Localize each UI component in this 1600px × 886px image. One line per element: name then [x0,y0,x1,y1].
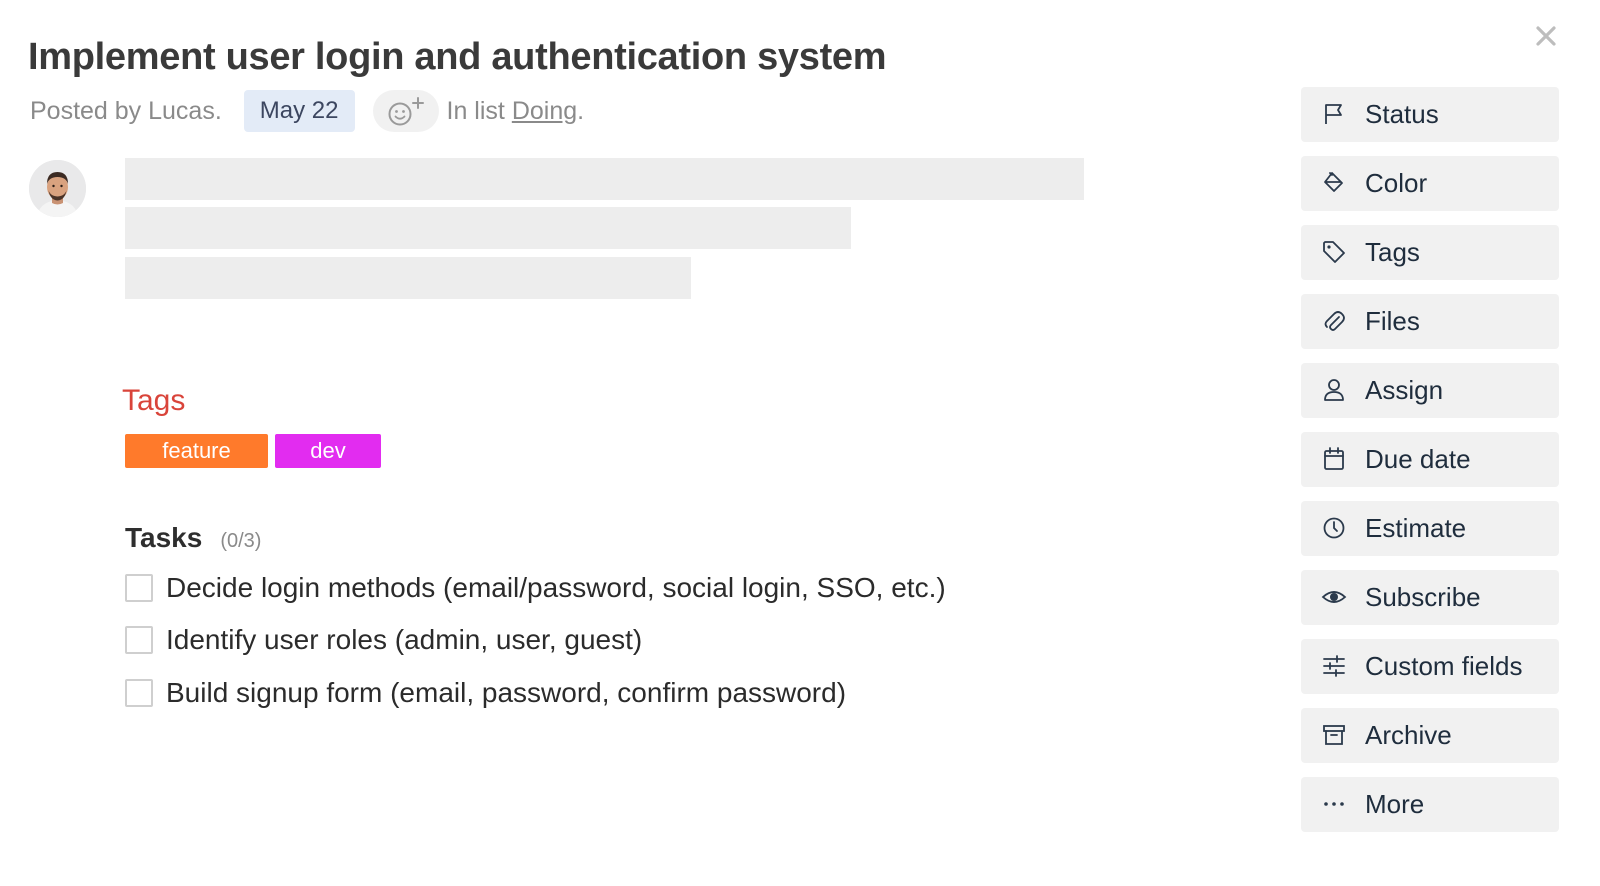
assign-label: Assign [1365,375,1444,405]
archive-icon [1321,722,1347,748]
in-list-suffix: . [577,96,585,125]
in-list-text: In list Doing. [447,97,585,126]
files-button[interactable]: Files [1301,294,1559,349]
task-item: Identify user roles (admin, user, guest) [125,623,642,657]
more-button[interactable]: More [1301,777,1559,832]
archive-label: Archive [1365,720,1452,750]
task-label[interactable]: Build signup form (email, password, conf… [166,677,846,709]
paint-bucket-icon [1321,170,1347,196]
task-checkbox[interactable] [125,679,153,707]
estimate-label: Estimate [1365,513,1467,543]
user-icon [1321,377,1347,403]
assign-button[interactable]: Assign [1301,363,1559,418]
tag-dev[interactable]: dev [275,434,381,468]
task-label[interactable]: Decide login methods (email/password, so… [166,572,946,604]
flag-icon [1321,101,1347,127]
clock-icon [1321,515,1347,541]
custom-fields-label: Custom fields [1365,651,1523,681]
calendar-icon [1321,446,1347,472]
custom-fields-button[interactable]: Custom fields [1301,639,1559,694]
subscribe-label: Subscribe [1365,582,1481,612]
task-checkbox[interactable] [125,626,153,654]
task-checkbox[interactable] [125,574,153,602]
more-label: More [1365,789,1425,819]
add-reaction-button[interactable] [372,90,439,132]
description-placeholder-line [125,207,851,249]
description-placeholder-line [125,257,691,299]
files-label: Files [1365,306,1420,336]
list-link[interactable]: Doing [512,97,577,125]
tasks-title: Tasks [125,522,203,553]
subscribe-button[interactable]: Subscribe [1301,570,1559,625]
in-list-prefix: In list [446,96,505,125]
tasks-count: (0/3) [220,530,262,552]
close-button[interactable] [1532,22,1560,50]
description-placeholder-line [125,158,1084,200]
avatar[interactable] [29,160,86,217]
more-icon [1321,791,1347,817]
tasks-heading: Tasks (0/3) [125,522,261,554]
archive-button[interactable]: Archive [1301,708,1559,763]
tag-icon [1321,239,1347,265]
status-label: Status [1365,99,1439,129]
task-item: Decide login methods (email/password, so… [125,571,946,605]
sliders-icon [1321,653,1347,679]
posted-by: Posted by Lucas. [30,96,222,125]
user-avatar-image [29,160,86,217]
date-badge[interactable]: May 22 [243,90,355,132]
color-button[interactable]: Color [1301,156,1559,211]
tags-button[interactable]: Tags [1301,225,1559,280]
status-button[interactable]: Status [1301,87,1559,142]
card-meta: Posted by Lucas. May 22 In list Doing. [30,90,584,132]
smiley-plus-icon [388,97,424,126]
due-date-button[interactable]: Due date [1301,432,1559,487]
tags-label: Tags [1365,237,1420,267]
due-date-label: Due date [1365,444,1471,474]
color-label: Color [1365,168,1428,198]
tags-heading: Tags [122,384,186,417]
paperclip-icon [1321,308,1347,334]
card-title[interactable]: Implement user login and authentication … [28,36,887,79]
close-icon [1536,26,1556,46]
estimate-button[interactable]: Estimate [1301,501,1559,556]
eye-icon [1321,584,1347,610]
tag-feature[interactable]: feature [125,434,268,468]
task-item: Build signup form (email, password, conf… [125,676,846,710]
task-label[interactable]: Identify user roles (admin, user, guest) [166,624,642,656]
